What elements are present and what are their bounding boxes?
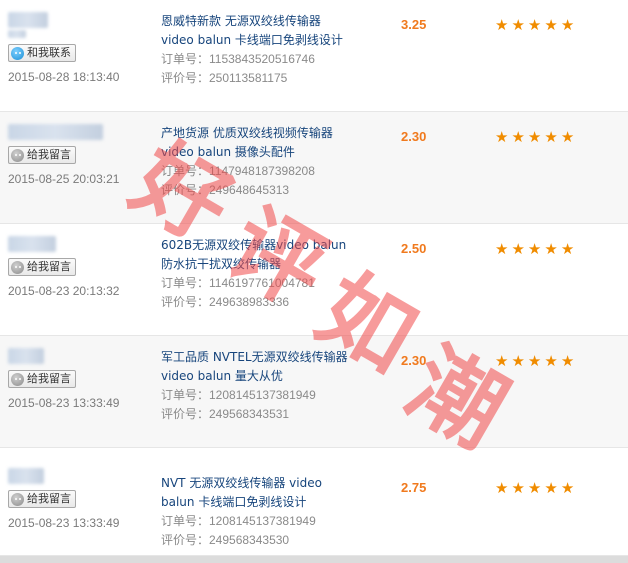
buyer-info: 和我联系 2015-08-28 18:13:40 — [8, 12, 158, 84]
star-rating: ★ ★ ★ ★ ★ — [495, 354, 574, 369]
product-title-link[interactable]: 产地货源 优质双绞线视频传输器 video balun 摄像头配件 — [161, 124, 349, 162]
star-icon: ★ — [495, 240, 509, 258]
review-list: 和我联系 2015-08-28 18:13:40 恩威特新款 无源双绞线传输器 … — [0, 0, 628, 563]
message-button[interactable]: 给我留言 — [8, 490, 76, 508]
message-button-label: 给我留言 — [27, 148, 71, 161]
bottom-divider — [0, 556, 628, 563]
product-title-link[interactable]: 军工品质 NVTEL无源双绞线传输器video balun 量大从优 — [161, 348, 349, 386]
buyer-info: 给我留言 2015-08-23 13:33:49 — [8, 468, 158, 530]
product-title-link[interactable]: NVT 无源双绞线传输器 video balun 卡线端口免剥线设计 — [161, 474, 349, 512]
review-row: 和我联系 2015-08-28 18:13:40 恩威特新款 无源双绞线传输器 … — [0, 0, 628, 112]
order-number: 订单号：1208145137381949 — [161, 388, 316, 402]
star-icon: ★ — [527, 240, 542, 258]
contact-button-label: 和我联系 — [27, 46, 71, 59]
message-button[interactable]: 给我留言 — [8, 146, 76, 164]
order-number: 订单号：1147948187398208 — [161, 164, 315, 178]
review-time: 2015-08-23 13:33:49 — [8, 515, 120, 530]
order-number: 订单号：1146197761004781 — [161, 276, 315, 290]
message-button[interactable]: 给我留言 — [8, 370, 76, 388]
buyer-name-blurred — [8, 468, 44, 484]
star-icon: ★ — [511, 352, 525, 370]
star-icon: ★ — [511, 240, 525, 258]
review-number: 评价号：249568343531 — [161, 407, 290, 421]
buyer-name-blurred — [8, 236, 56, 252]
star-icon: ★ — [544, 479, 558, 497]
buyer-name-blurred — [8, 348, 44, 364]
message-button-label: 给我留言 — [27, 492, 71, 505]
contact-button[interactable]: 和我联系 — [8, 44, 76, 62]
star-rating: ★ ★ ★ ★ ★ — [495, 481, 574, 496]
star-icon: ★ — [544, 16, 558, 34]
buyer-info: 给我留言 2015-08-23 13:33:49 — [8, 348, 158, 410]
message-button-label: 给我留言 — [27, 372, 71, 385]
product-info: 恩威特新款 无源双绞线传输器 video balun 卡线端口免剥线设计 订单号… — [161, 12, 349, 88]
review-number: 评价号：249568343530 — [161, 533, 290, 547]
product-title-link[interactable]: 602B无源双绞传输器video balun 防水抗干扰双绞传输器 — [161, 236, 349, 274]
star-icon: ★ — [511, 128, 525, 146]
review-row: 给我留言 2015-08-23 13:33:49 NVT 无源双绞线传输器 vi… — [0, 448, 628, 556]
star-icon: ★ — [527, 352, 542, 370]
order-number: 订单号：1153843520516746 — [161, 52, 315, 66]
star-icon: ★ — [495, 128, 509, 146]
message-button[interactable]: 给我留言 — [8, 258, 76, 276]
product-info: 602B无源双绞传输器video balun 防水抗干扰双绞传输器 订单号：11… — [161, 236, 349, 312]
chat-online-icon — [11, 46, 24, 60]
star-rating: ★ ★ ★ ★ ★ — [495, 18, 574, 33]
star-icon: ★ — [560, 128, 575, 146]
order-number: 订单号：1208145137381949 — [161, 514, 316, 528]
product-info: NVT 无源双绞线传输器 video balun 卡线端口免剥线设计 订单号：1… — [161, 474, 349, 550]
buyer-level-blurred — [8, 30, 26, 38]
star-icon: ★ — [560, 352, 575, 370]
star-icon: ★ — [495, 352, 509, 370]
buyer-info: 给我留言 2015-08-23 20:13:32 — [8, 236, 158, 298]
star-icon: ★ — [560, 16, 575, 34]
product-info: 产地货源 优质双绞线视频传输器 video balun 摄像头配件 订单号：11… — [161, 124, 349, 200]
price-score: 2.50 — [401, 241, 427, 256]
star-icon: ★ — [560, 479, 575, 497]
review-time: 2015-08-28 18:13:40 — [8, 69, 120, 84]
star-icon: ★ — [527, 128, 542, 146]
price-score: 3.25 — [401, 17, 427, 32]
review-row: 给我留言 2015-08-23 20:13:32 602B无源双绞传输器vide… — [0, 224, 628, 336]
review-number: 评价号：250113581175 — [161, 71, 288, 85]
review-row: 给我留言 2015-08-25 20:03:21 产地货源 优质双绞线视频传输器… — [0, 112, 628, 224]
star-icon: ★ — [527, 479, 542, 497]
review-number: 评价号：249638983336 — [161, 295, 290, 309]
price-score: 2.75 — [401, 480, 427, 495]
star-icon: ★ — [527, 16, 542, 34]
star-icon: ★ — [511, 16, 525, 34]
review-time: 2015-08-23 20:13:32 — [8, 283, 120, 298]
buyer-info: 给我留言 2015-08-25 20:03:21 — [8, 124, 158, 186]
chat-offline-icon — [11, 372, 24, 386]
chat-offline-icon — [11, 260, 24, 274]
star-icon: ★ — [544, 128, 558, 146]
product-info: 军工品质 NVTEL无源双绞线传输器video balun 量大从优 订单号：1… — [161, 348, 349, 424]
message-button-label: 给我留言 — [27, 260, 71, 273]
star-icon: ★ — [495, 479, 509, 497]
review-time: 2015-08-25 20:03:21 — [8, 171, 120, 186]
review-number: 评价号：249648645313 — [161, 183, 290, 197]
review-time: 2015-08-23 13:33:49 — [8, 395, 120, 410]
price-score: 2.30 — [401, 129, 427, 144]
review-row: 给我留言 2015-08-23 13:33:49 军工品质 NVTEL无源双绞线… — [0, 336, 628, 448]
star-rating: ★ ★ ★ ★ ★ — [495, 242, 574, 257]
star-icon: ★ — [511, 479, 525, 497]
buyer-name-blurred — [8, 124, 103, 140]
star-rating: ★ ★ ★ ★ ★ — [495, 130, 574, 145]
price-score: 2.30 — [401, 353, 427, 368]
buyer-name-blurred — [8, 12, 48, 28]
chat-offline-icon — [11, 148, 24, 162]
chat-offline-icon — [11, 492, 24, 506]
star-icon: ★ — [560, 240, 575, 258]
star-icon: ★ — [495, 16, 509, 34]
star-icon: ★ — [544, 240, 558, 258]
star-icon: ★ — [544, 352, 558, 370]
product-title-link[interactable]: 恩威特新款 无源双绞线传输器 video balun 卡线端口免剥线设计 — [161, 12, 349, 50]
